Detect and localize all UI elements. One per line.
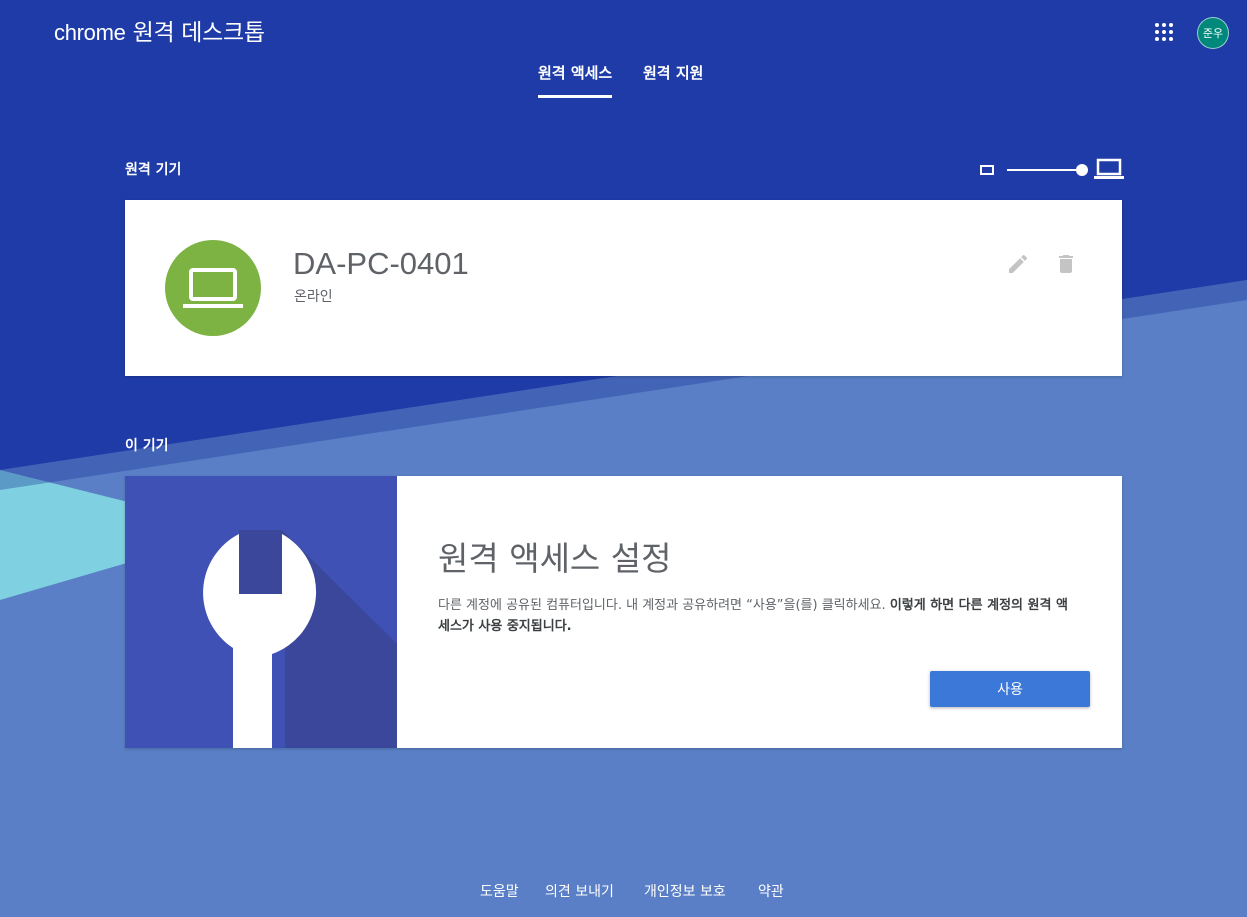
footer-link-help[interactable]: 도움말 — [480, 881, 519, 901]
section-title-this-device: 이 기기 — [125, 438, 169, 454]
device-name: DA-PC-0401 — [293, 246, 469, 281]
pencil-icon[interactable] — [1006, 252, 1030, 276]
setup-heading: 원격 액세스 설정 — [438, 539, 672, 578]
wrench-icon — [203, 530, 397, 748]
enable-button[interactable]: 사용 — [930, 671, 1090, 707]
small-display-icon[interactable] — [980, 165, 994, 175]
avatar[interactable]: 준우 — [1197, 17, 1229, 49]
footer-link-terms[interactable]: 약관 — [758, 881, 784, 901]
background — [0, 0, 1247, 917]
laptop-icon — [183, 268, 243, 308]
setup-description-text: 다른 계정에 공유된 컴퓨터입니다. 내 계정과 공유하려면 “사용”을(를) … — [438, 598, 886, 613]
size-slider-track[interactable] — [1007, 169, 1082, 171]
tab-remote-access[interactable]: 원격 액세스 — [538, 62, 613, 98]
size-slider-thumb[interactable] — [1076, 164, 1088, 176]
footer-link-feedback[interactable]: 의견 보내기 — [545, 881, 614, 901]
apps-grid-icon[interactable] — [1152, 20, 1176, 44]
brand-product-name: 원격 데스크톱 — [132, 20, 265, 46]
tab-remote-support[interactable]: 원격 지원 — [643, 62, 703, 95]
device-status: 온라인 — [294, 289, 333, 305]
device-card[interactable]: DA-PC-0401 온라인 — [125, 200, 1122, 376]
app-title: chrome 원격 데스크톱 — [54, 13, 265, 47]
wrench-panel — [125, 476, 397, 748]
setup-card: 원격 액세스 설정 다른 계정에 공유된 컴퓨터입니다. 내 계정과 공유하려면… — [125, 476, 1122, 748]
setup-description: 다른 계정에 공유된 컴퓨터입니다. 내 계정과 공유하려면 “사용”을(를) … — [438, 595, 1078, 637]
section-title-remote-devices: 원격 기기 — [125, 162, 182, 178]
trash-icon[interactable] — [1054, 252, 1078, 276]
brand-chrome: chrome — [54, 20, 126, 45]
laptop-icon[interactable] — [1094, 157, 1124, 181]
device-avatar — [165, 240, 261, 336]
footer-link-privacy[interactable]: 개인정보 보호 — [644, 881, 726, 901]
